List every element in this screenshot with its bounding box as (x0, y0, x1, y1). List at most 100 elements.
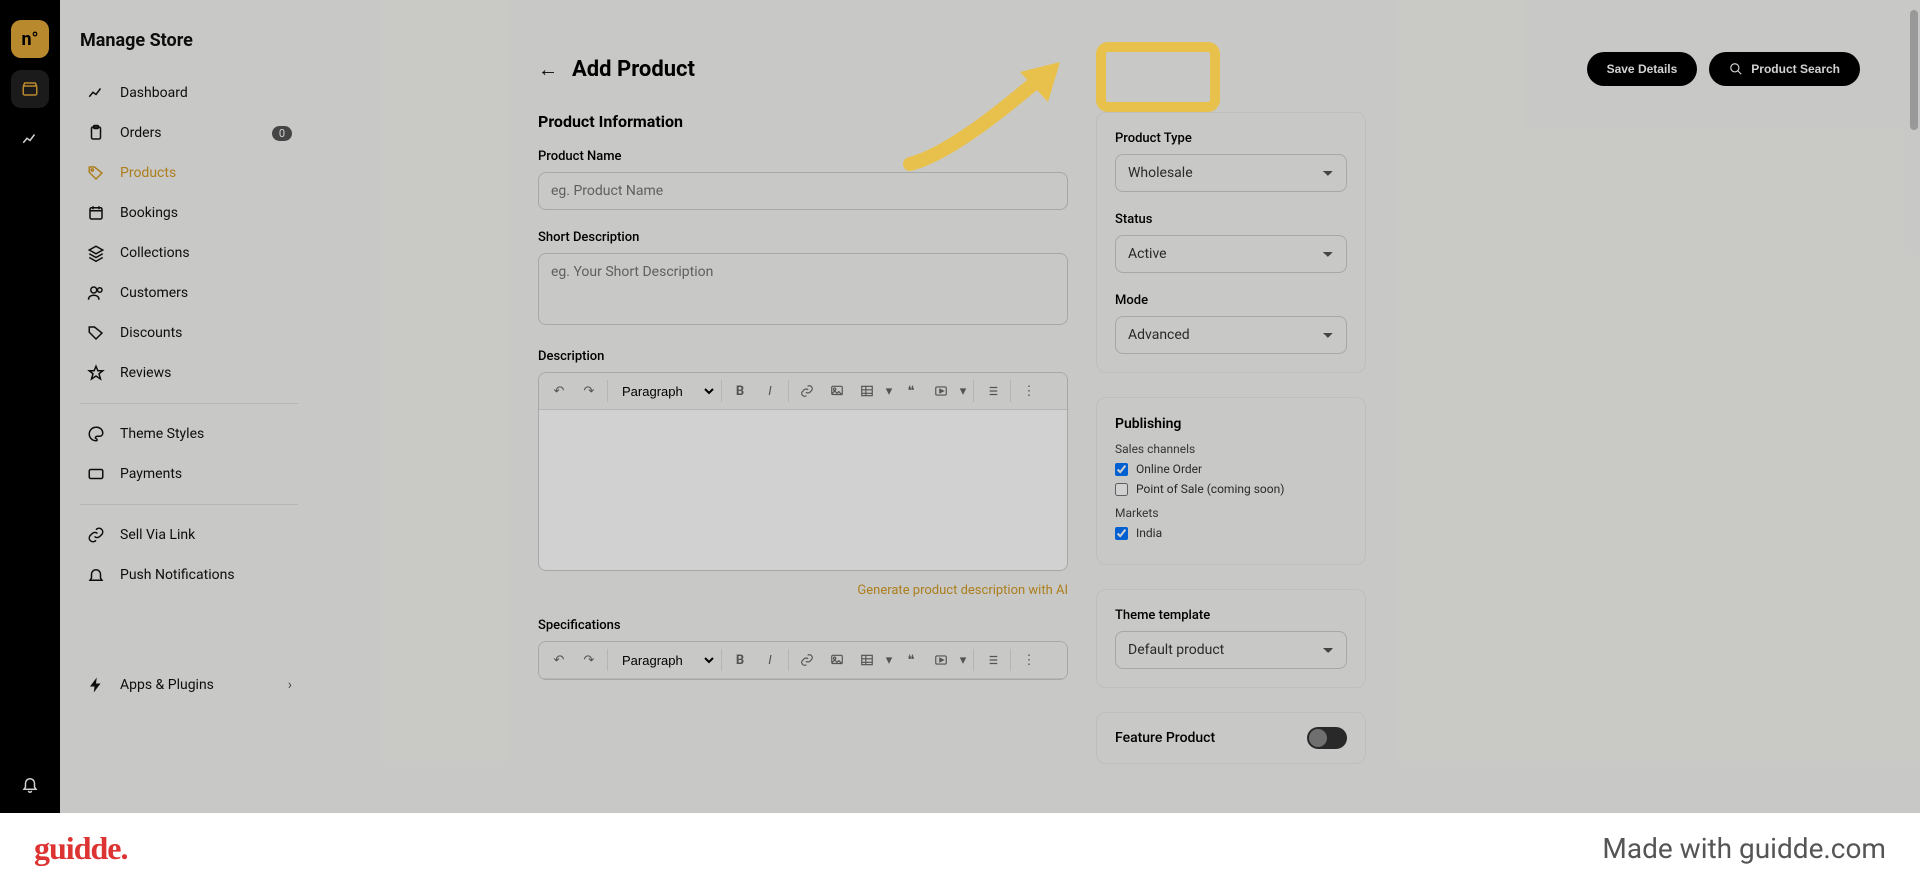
chevron-down-icon[interactable]: ▾ (957, 377, 969, 405)
product-name-input[interactable] (538, 172, 1068, 210)
quote-icon[interactable]: ❝ (897, 646, 925, 674)
image-tool-icon[interactable] (823, 646, 851, 674)
nav-label: Customers (120, 285, 188, 301)
redo-icon[interactable]: ↷ (575, 377, 603, 405)
list-icon[interactable] (978, 646, 1006, 674)
short-desc-input[interactable] (538, 253, 1068, 325)
nav-label: Collections (120, 245, 190, 261)
search-icon (1729, 62, 1743, 76)
nav-label: Payments (120, 466, 182, 482)
divider (80, 403, 298, 404)
scrollbar[interactable] (1910, 0, 1918, 883)
product-info-card: Product Information Product Name Short D… (538, 112, 1068, 700)
save-details-button[interactable]: Save Details (1587, 52, 1698, 86)
sidebar-item-apps[interactable]: Apps & Plugins › (80, 665, 298, 705)
nav-label: Reviews (120, 365, 171, 381)
layers-icon (86, 243, 106, 263)
paragraph-select[interactable]: Paragraph (612, 379, 717, 404)
chevron-down-icon[interactable]: ▾ (883, 646, 895, 674)
separator (721, 649, 722, 671)
bold-icon[interactable]: B (726, 377, 754, 405)
scrollbar-thumb[interactable] (1910, 10, 1918, 130)
link-icon (86, 525, 106, 545)
paragraph-select[interactable]: Paragraph (612, 648, 717, 673)
channel-pos-row[interactable]: Point of Sale (coming soon) (1115, 482, 1347, 496)
main-content: ← Add Product Save Details Product Searc… (318, 0, 1920, 883)
spec-toolbar: ↶ ↷ Paragraph B I ▾ ❝ ▾ (539, 642, 1067, 679)
sidebar-item-sell-via-link[interactable]: Sell Via Link (80, 515, 298, 555)
sidebar-item-products[interactable]: Products (80, 153, 298, 193)
feature-product-toggle[interactable] (1307, 727, 1347, 749)
separator (607, 380, 608, 402)
more-icon[interactable]: ⋮ (1015, 377, 1043, 405)
chevron-down-icon[interactable]: ▾ (883, 377, 895, 405)
channel-online-row[interactable]: Online Order (1115, 462, 1347, 476)
chevron-right-icon: › (288, 677, 292, 693)
market-india-row[interactable]: India (1115, 526, 1347, 540)
nav-label: Push Notifications (120, 567, 235, 583)
spec-label: Specifications (538, 618, 1068, 633)
separator (973, 380, 974, 402)
online-order-checkbox[interactable] (1115, 463, 1128, 476)
sidebar-item-push-notifications[interactable]: Push Notifications (80, 555, 298, 595)
italic-icon[interactable]: I (756, 377, 784, 405)
quote-icon[interactable]: ❝ (897, 377, 925, 405)
nav-label: Bookings (120, 205, 178, 221)
bold-icon[interactable]: B (726, 646, 754, 674)
back-arrow-icon[interactable]: ← (538, 57, 558, 82)
sidebar-item-customers[interactable]: Customers (80, 273, 298, 313)
users-icon (86, 283, 106, 303)
link-tool-icon[interactable] (793, 377, 821, 405)
sidebar-item-theme-styles[interactable]: Theme Styles (80, 414, 298, 454)
sidebar-item-dashboard[interactable]: Dashboard (80, 73, 298, 113)
sidebar-item-payments[interactable]: Payments (80, 454, 298, 494)
theme-template-select[interactable]: Default product (1115, 631, 1347, 669)
redo-icon[interactable]: ↷ (575, 646, 603, 674)
status-select[interactable]: Active (1115, 235, 1347, 273)
separator (721, 380, 722, 402)
mode-select[interactable]: Advanced (1115, 316, 1347, 354)
india-checkbox[interactable] (1115, 527, 1128, 540)
product-search-button[interactable]: Product Search (1709, 52, 1860, 86)
pos-checkbox[interactable] (1115, 483, 1128, 496)
desc-label: Description (538, 349, 1068, 364)
generate-ai-link[interactable]: Generate product description with AI (538, 583, 1068, 598)
sidebar-title: Manage Store (80, 30, 298, 51)
editor-body[interactable] (539, 410, 1067, 570)
table-tool-icon[interactable] (853, 646, 881, 674)
undo-icon[interactable]: ↶ (545, 646, 573, 674)
chevron-down-icon[interactable]: ▾ (957, 646, 969, 674)
made-with-label: Made with guidde.com (1602, 832, 1886, 865)
undo-icon[interactable]: ↶ (545, 377, 573, 405)
sidebar-item-bookings[interactable]: Bookings (80, 193, 298, 233)
feature-product-row: Feature Product (1096, 712, 1366, 764)
list-icon[interactable] (978, 377, 1006, 405)
product-type-select[interactable]: Wholesale (1115, 154, 1347, 192)
bell-icon[interactable] (11, 765, 49, 803)
app-logo[interactable]: n° (11, 20, 49, 58)
separator (788, 649, 789, 671)
spec-editor: ↶ ↷ Paragraph B I ▾ ❝ ▾ (538, 641, 1068, 680)
sidebar-item-discounts[interactable]: Discounts (80, 313, 298, 353)
nav-label: Dashboard (120, 85, 188, 101)
store-icon[interactable] (11, 70, 49, 108)
sidebar-item-orders[interactable]: Orders 0 (80, 113, 298, 153)
analytics-rail-icon[interactable] (11, 120, 49, 158)
link-tool-icon[interactable] (793, 646, 821, 674)
mode-label: Mode (1115, 293, 1347, 308)
description-editor: ↶ ↷ Paragraph B I (538, 372, 1068, 571)
nav-label: Products (120, 165, 176, 181)
media-icon[interactable] (927, 377, 955, 405)
feature-product-label: Feature Product (1115, 730, 1215, 746)
discount-icon (86, 323, 106, 343)
image-tool-icon[interactable] (823, 377, 851, 405)
india-label: India (1136, 526, 1162, 540)
nav-label: Apps & Plugins (120, 677, 214, 693)
more-icon[interactable]: ⋮ (1015, 646, 1043, 674)
sidebar-item-reviews[interactable]: Reviews (80, 353, 298, 393)
italic-icon[interactable]: I (756, 646, 784, 674)
table-tool-icon[interactable] (853, 377, 881, 405)
media-icon[interactable] (927, 646, 955, 674)
bolt-icon (86, 675, 106, 695)
sidebar-item-collections[interactable]: Collections (80, 233, 298, 273)
